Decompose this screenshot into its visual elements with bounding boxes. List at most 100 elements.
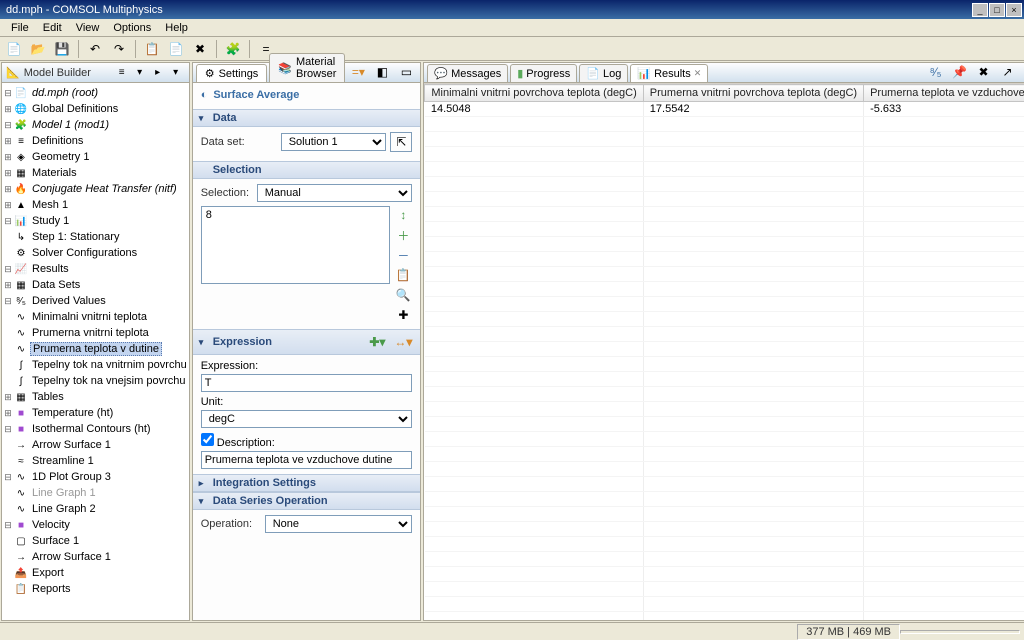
table-row[interactable]: 14.504817.5542-5.633	[425, 102, 1024, 117]
unit-label: Unit:	[201, 396, 413, 408]
tree-node[interactable]: ⊞◈Geometry 1	[2, 149, 189, 165]
minimize-button[interactable]: _	[972, 3, 988, 17]
eval-button[interactable]: ⁸⁄₅	[925, 62, 947, 82]
paste-button[interactable]: 📄	[165, 39, 187, 59]
open-button[interactable]: 📂	[27, 39, 49, 59]
tree-node[interactable]: ∿Minimalni vnitrni teplota	[2, 309, 189, 325]
tab-progress[interactable]: ▮Progress	[510, 64, 577, 82]
model-tree[interactable]: ⊟📄dd.mph (root)⊞🌐Global Definitions⊟🧩Mod…	[2, 83, 189, 620]
pin-button[interactable]: 📌	[949, 62, 971, 82]
create-selection-icon[interactable]: ✚	[394, 306, 412, 324]
menu-view[interactable]: View	[69, 20, 107, 36]
menu-edit[interactable]: Edit	[36, 20, 69, 36]
dataset-select[interactable]: Solution 1	[281, 133, 387, 151]
tree-node[interactable]: ∿Line Graph 1	[2, 485, 189, 501]
tree-node[interactable]: ⊞▦Materials	[2, 165, 189, 181]
maximize-button[interactable]: □	[989, 3, 1005, 17]
add-expression-icon[interactable]: ✚▾	[366, 332, 388, 352]
replace-expression-icon[interactable]: ↔▾	[392, 332, 414, 352]
tree-node[interactable]: 📤Export	[2, 565, 189, 581]
tree-node[interactable]: ∫Tepelny tok na vnitrnim povrchu	[2, 357, 189, 373]
menu-file[interactable]: File	[4, 20, 36, 36]
tree-node[interactable]: ⊟📊Study 1	[2, 213, 189, 229]
model-button[interactable]: 🧩	[222, 39, 244, 59]
menu-help[interactable]: Help	[158, 20, 195, 36]
tree-node[interactable]: ⊟🧩Model 1 (mod1)	[2, 117, 189, 133]
menu-options[interactable]: Options	[106, 20, 158, 36]
results-grid[interactable]: Minimalni vnitrni povrchova teplota (deg…	[424, 83, 1024, 620]
tree-node[interactable]: ⊞▦Data Sets	[2, 277, 189, 293]
section-data[interactable]: ▾Data	[193, 109, 421, 127]
tab-messages[interactable]: 💬Messages	[427, 64, 508, 82]
operation-select[interactable]: None	[265, 515, 413, 533]
expand-all-button[interactable]: ▸	[149, 65, 167, 81]
compute-icon[interactable]: =▾	[347, 62, 369, 82]
tree-node[interactable]: →Arrow Surface 1	[2, 437, 189, 453]
tab-results[interactable]: 📊Results ✕	[630, 64, 708, 82]
selection-select[interactable]: Manual	[257, 184, 413, 202]
section-dso[interactable]: ▾Data Series Operation	[193, 492, 421, 510]
section-expression[interactable]: ▾Expression ✚▾ ↔▾	[193, 329, 421, 355]
new-button[interactable]: 📄	[3, 39, 25, 59]
selection-list[interactable]: 8	[201, 206, 391, 284]
tree-node[interactable]: ↳Step 1: Stationary	[2, 229, 189, 245]
tree-node[interactable]: ⊟■Velocity	[2, 517, 189, 533]
selection-label: Selection:	[201, 187, 257, 199]
zoom-selection-icon[interactable]: 🔍	[394, 286, 412, 304]
tree-node[interactable]: →Arrow Surface 1	[2, 549, 189, 565]
undo-button[interactable]: ↶	[84, 39, 106, 59]
save-button[interactable]: 💾	[51, 39, 73, 59]
description-input[interactable]	[201, 451, 413, 469]
column-header[interactable]: Minimalni vnitrni povrchova teplota (deg…	[425, 85, 643, 102]
unit-select[interactable]: degC	[201, 410, 413, 428]
column-header[interactable]: Prumerna vnitrni povrchova teplota (degC…	[643, 85, 863, 102]
tree-node[interactable]: ⊟📄dd.mph (root)	[2, 85, 189, 101]
tree-node[interactable]: ≈Streamline 1	[2, 453, 189, 469]
copy-button[interactable]: 📋	[141, 39, 163, 59]
paste-selection-icon[interactable]: 📋	[394, 266, 412, 284]
tree-node[interactable]: ∿Line Graph 2	[2, 501, 189, 517]
expression-input[interactable]	[201, 374, 413, 392]
tree-node[interactable]: 📋Reports	[2, 581, 189, 597]
tree-node[interactable]: ⊞▲Mesh 1	[2, 197, 189, 213]
section-selection[interactable]: Selection	[193, 161, 421, 179]
add-selection-icon[interactable]: ＋	[394, 226, 412, 244]
clear-table-button[interactable]: ✖	[973, 62, 995, 82]
tree-node[interactable]: ⊟■Isothermal Contours (ht)	[2, 421, 189, 437]
tree-node[interactable]: ⊟📈Results	[2, 261, 189, 277]
copy-table-button[interactable]: 📋	[1021, 62, 1024, 82]
tab-material-browser[interactable]: 📚Material Browser	[269, 53, 345, 82]
minimize-pane-icon[interactable]: ▭	[395, 62, 417, 82]
tab-settings[interactable]: ⚙Settings	[196, 64, 268, 82]
switch-on-icon[interactable]: ↕	[394, 206, 412, 224]
tree-node[interactable]: ∫Tepelny tok na vnejsim povrchu	[2, 373, 189, 389]
tab-log[interactable]: 📄Log	[579, 64, 628, 82]
tree-node[interactable]: ⊞■Temperature (ht)	[2, 405, 189, 421]
collapse-all-button[interactable]: ▾	[131, 65, 149, 81]
column-header[interactable]: Prumerna teplota ve vzduchove dutine (de…	[864, 85, 1024, 102]
status-empty	[900, 630, 1020, 634]
tree-node[interactable]: ⊞▦Tables	[2, 389, 189, 405]
tree-node[interactable]: ⊟⁸⁄₅Derived Values	[2, 293, 189, 309]
tree-node[interactable]: ⊞≡Definitions	[2, 133, 189, 149]
section-integration[interactable]: ▸Integration Settings	[193, 474, 421, 492]
tree-node[interactable]: ∿Prumerna vnitrni teplota	[2, 325, 189, 341]
delete-button[interactable]: ✖	[189, 39, 211, 59]
pane-menu-button[interactable]: ▾	[167, 65, 185, 81]
tree-node[interactable]: ⚙Solver Configurations	[2, 245, 189, 261]
export-button[interactable]: ↗	[997, 62, 1019, 82]
main-toolbar: 📄 📂 💾 ↶ ↷ 📋 📄 ✖ 🧩 =	[0, 37, 1024, 61]
tree-node[interactable]: ⊞🔥Conjugate Heat Transfer (nitf)	[2, 181, 189, 197]
tree-node[interactable]: ⊞🌐Global Definitions	[2, 101, 189, 117]
dataset-goto-button[interactable]: ⇱	[390, 132, 412, 152]
tree-node[interactable]: ⊟∿1D Plot Group 3	[2, 469, 189, 485]
redo-button[interactable]: ↷	[108, 39, 130, 59]
tree-node[interactable]: ▢Surface 1	[2, 533, 189, 549]
show-equal-button[interactable]: ≡	[113, 65, 131, 81]
menubar: FileEditViewOptionsHelp	[0, 19, 1024, 37]
detach-icon[interactable]: ◧	[371, 62, 393, 82]
description-checkbox[interactable]: Description:	[201, 437, 275, 449]
tree-node[interactable]: ∿Prumerna teplota v dutine	[2, 341, 189, 357]
remove-selection-icon[interactable]: －	[394, 246, 412, 264]
close-button[interactable]: ×	[1006, 3, 1022, 17]
